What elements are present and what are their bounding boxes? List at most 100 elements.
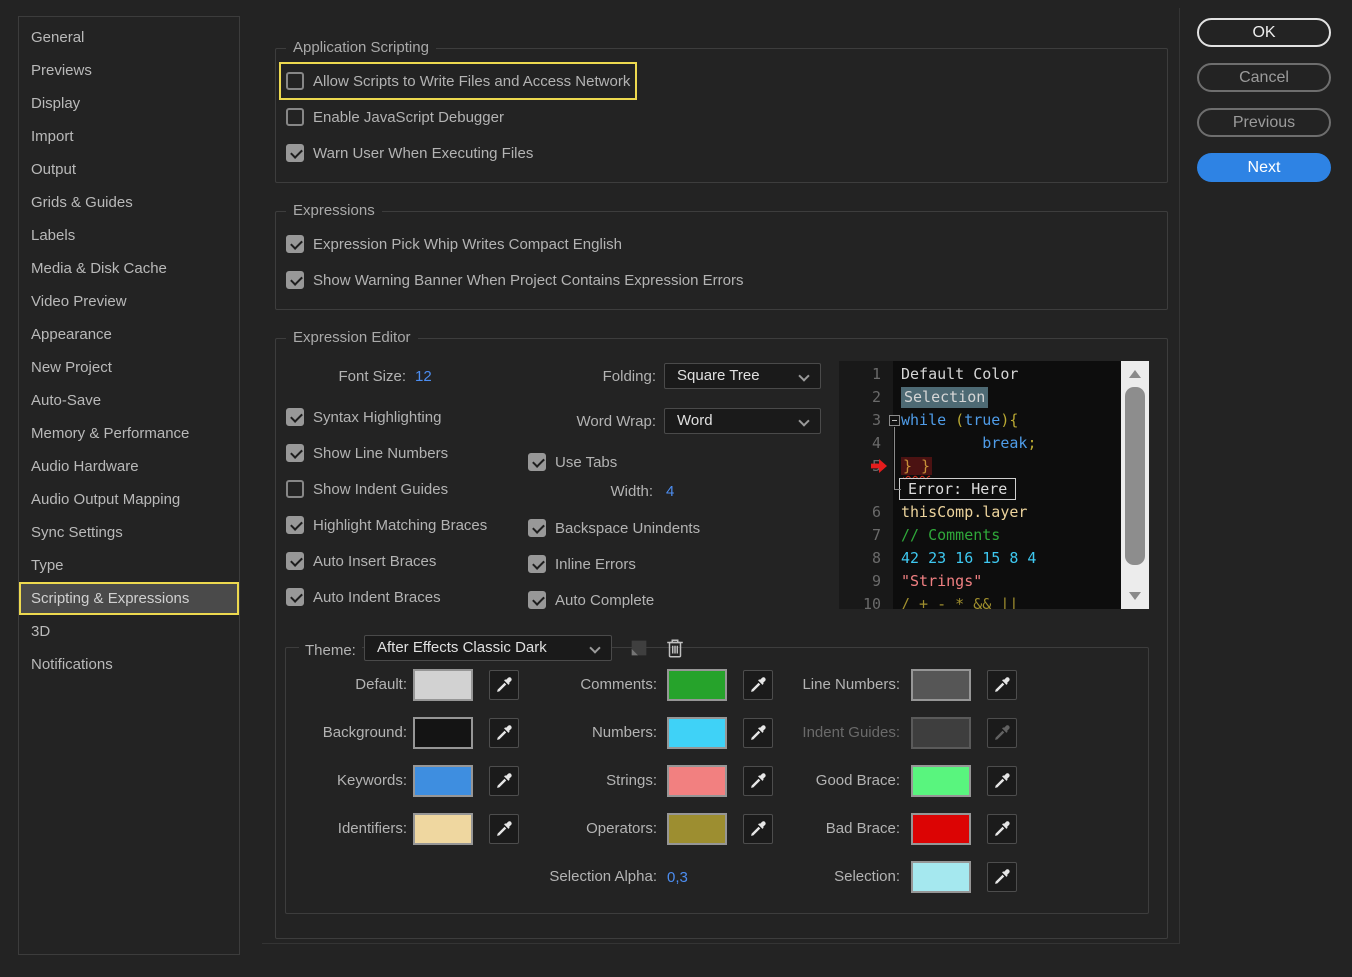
expressions-checkboxes: Expression Pick Whip Writes Compact Engl… [286,232,743,304]
next-button[interactable]: Next [1197,153,1331,182]
backspace-unindents-checkbox[interactable] [528,519,546,537]
default-swatch[interactable] [413,669,473,701]
enable-javascript-debugger-checkbox[interactable] [286,108,304,126]
identifiers-swatch[interactable] [413,813,473,845]
code-token: break [901,434,1027,452]
code-line: 10/ + - * && || [839,593,1149,609]
inline-errors-label: Inline Errors [555,556,636,573]
line-numbers-swatch[interactable] [911,669,971,701]
scroll-down-icon[interactable] [1129,592,1141,600]
bad-brace-swatch[interactable] [911,813,971,845]
good-brace-swatch[interactable] [911,765,971,797]
sidebar-item-general[interactable]: General [19,21,239,54]
tab-width-value[interactable]: 4 [666,483,674,500]
sidebar-item-scripting-expressions[interactable]: Scripting & Expressions [19,582,239,615]
code-scrollbar[interactable] [1121,361,1149,609]
show-warning-banner-when-project-contains-expression-errors-checkbox[interactable] [286,271,304,289]
bad-brace-label: Bad Brace: [716,813,900,845]
previous-button[interactable]: Previous [1197,108,1331,137]
color-settings-row: Selection Alpha:0,3Selection: [286,861,1148,897]
line-number: 6 [839,501,881,524]
line-number: 1 [839,363,881,386]
sidebar-item-type[interactable]: Type [19,549,239,582]
code-line: 6 thisComp.layer [839,501,1149,524]
selection-alpha-value[interactable]: 0,3 [667,869,688,886]
delete-theme-icon[interactable] [663,637,687,661]
code-line: 842 23 16 15 8 4 [839,547,1149,570]
background-swatch[interactable] [413,717,473,749]
line-numbers-eyedropper-icon[interactable] [987,670,1017,700]
auto-complete-checkbox[interactable] [528,591,546,609]
folding-dropdown[interactable]: Square Tree [664,363,821,389]
sidebar-item-grids-guides[interactable]: Grids & Guides [19,186,239,219]
sidebar-item-sync-settings[interactable]: Sync Settings [19,516,239,549]
theme-dropdown[interactable]: After Effects Classic Dark [364,635,612,661]
show-line-numbers-checkbox[interactable] [286,444,304,462]
application-scripting-group: Application Scripting Allow Scripts to W… [275,48,1168,183]
syntax-highlighting-checkbox[interactable] [286,408,304,426]
keywords-label: Keywords: [286,765,407,797]
expressions-group: Expressions Expression Pick Whip Writes … [275,211,1168,310]
syntax-highlighting-label: Syntax Highlighting [313,409,441,426]
sidebar-item-previews[interactable]: Previews [19,54,239,87]
scrollbar-thumb[interactable] [1125,387,1145,565]
sidebar-item-auto-save[interactable]: Auto-Save [19,384,239,417]
show-line-numbers-row: Show Line Numbers [286,441,448,465]
word-wrap-dropdown-value: Word [677,412,713,429]
line-number: 10 [839,593,881,609]
code-text: thisComp.layer [901,501,1027,524]
allow-scripts-to-write-files-and-access-network-checkbox[interactable] [286,72,304,90]
code-token: "Strings" [901,572,982,590]
sidebar-item-audio-output-mapping[interactable]: Audio Output Mapping [19,483,239,516]
sidebar-item-new-project[interactable]: New Project [19,351,239,384]
line-number: 7 [839,524,881,547]
folding-dropdown-value: Square Tree [677,367,760,384]
sidebar-item-video-preview[interactable]: Video Preview [19,285,239,318]
sidebar-item-display[interactable]: Display [19,87,239,120]
selection-eyedropper-icon[interactable] [987,862,1017,892]
sidebar-item-output[interactable]: Output [19,153,239,186]
cancel-button[interactable]: Cancel [1197,63,1331,92]
sidebar-item-import[interactable]: Import [19,120,239,153]
show-indent-guides-checkbox[interactable] [286,480,304,498]
auto-indent-braces-checkbox[interactable] [286,588,304,606]
scroll-up-icon[interactable] [1129,370,1141,378]
code-text: break; [901,432,1036,455]
sidebar-item-appearance[interactable]: Appearance [19,318,239,351]
warn-user-when-executing-files-checkbox[interactable] [286,144,304,162]
code-token: true [964,411,1000,429]
good-brace-eyedropper-icon[interactable] [987,766,1017,796]
enable-javascript-debugger-row: Enable JavaScript Debugger [286,105,504,129]
sidebar-item-labels[interactable]: Labels [19,219,239,252]
word-wrap-dropdown[interactable]: Word [664,408,821,434]
folding-label: Folding: [456,368,656,385]
sidebar-item-notifications[interactable]: Notifications [19,648,239,681]
keywords-swatch[interactable] [413,765,473,797]
auto-insert-braces-checkbox[interactable] [286,552,304,570]
line-number: 9 [839,570,881,593]
bad-brace-eyedropper-icon[interactable] [987,814,1017,844]
color-settings-row: Default:Comments:Line Numbers: [286,669,1148,705]
fold-marker-icon[interactable] [889,415,900,426]
code-line: 2Selection [839,386,1149,409]
inline-errors-checkbox[interactable] [528,555,546,573]
auto-insert-braces-label: Auto Insert Braces [313,553,436,570]
show-line-numbers-label: Show Line Numbers [313,445,448,462]
editor-right-checkboxes: Backspace UnindentsInline ErrorsAuto Com… [528,516,700,624]
sidebar-item-3d[interactable]: 3D [19,615,239,648]
selection-swatch[interactable] [911,861,971,893]
indent-guides-swatch [911,717,971,749]
code-line: 1Default Color [839,363,1149,386]
sidebar-item-audio-hardware[interactable]: Audio Hardware [19,450,239,483]
code-line: 4 break; [839,432,1149,455]
sidebar-item-memory-performance[interactable]: Memory & Performance [19,417,239,450]
code-token: // Comments [901,526,1000,544]
ok-button[interactable]: OK [1197,18,1331,47]
use-tabs-checkbox[interactable] [528,453,546,471]
duplicate-theme-icon[interactable] [627,637,651,661]
font-size-value[interactable]: 12 [415,368,432,385]
expression-pick-whip-writes-compact-english-checkbox[interactable] [286,235,304,253]
code-token: while [901,411,946,429]
highlight-matching-braces-checkbox[interactable] [286,516,304,534]
sidebar-item-media-disk-cache[interactable]: Media & Disk Cache [19,252,239,285]
